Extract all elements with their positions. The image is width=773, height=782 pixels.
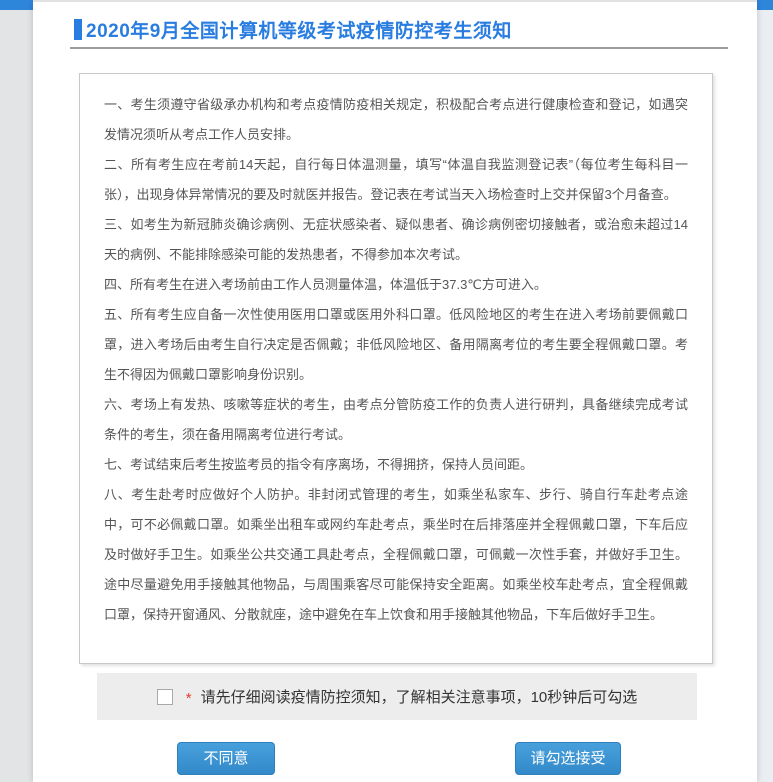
page-title: 2020年9月全国计算机等级考试疫情防控考生须知: [86, 16, 512, 43]
notice-paragraph-5: 五、所有考生应自备一次性使用医用口罩或医用外科口罩。低风险地区的考生在进入考场前…: [104, 300, 688, 390]
notice-paragraph-3: 三、如考生为新冠肺炎确诊病例、无症状感染者、疑似患者、确诊病例密切接触者，或治愈…: [104, 210, 688, 270]
consent-bar: * 请先仔细阅读疫情防控须知，了解相关注意事项，10秒钟后可勾选: [97, 673, 697, 720]
page-background-left: [0, 10, 33, 782]
button-row: 不同意 请勾选接受: [33, 742, 757, 776]
consent-label: 请先仔细阅读疫情防控须知，了解相关注意事项，10秒钟后可勾选: [201, 686, 638, 707]
notice-card: 2020年9月全国计算机等级考试疫情防控考生须知 一、考生须遵守省级承办机构和考…: [33, 0, 757, 782]
required-asterisk: *: [186, 690, 192, 707]
accept-button[interactable]: 请勾选接受: [515, 742, 621, 775]
disagree-button[interactable]: 不同意: [177, 742, 275, 775]
notice-paragraph-6: 六、考场上有发热、咳嗽等症状的考生，由考点分管防疫工作的负责人进行研判，具备继续…: [104, 390, 688, 450]
notice-paragraph-7: 七、考试结束后考生按监考员的指令有序离场，不得拥挤，保持人员间距。: [104, 450, 688, 480]
notice-text-box: 一、考生须遵守省级承办机构和考点疫情防疫相关规定，积极配合考点进行健康检查和登记…: [79, 73, 713, 664]
consent-checkbox[interactable]: [157, 689, 173, 705]
notice-paragraph-1: 一、考生须遵守省级承办机构和考点疫情防疫相关规定，积极配合考点进行健康检查和登记…: [104, 90, 688, 150]
notice-paragraph-4: 四、所有考生在进入考场前由工作人员测量体温，体温低于37.3℃方可进入。: [104, 270, 688, 300]
notice-paragraph-8: 八、考生赴考时应做好个人防护。非封闭式管理的考生，如乘坐私家车、步行、骑自行车赴…: [104, 480, 688, 630]
title-divider: [70, 47, 728, 49]
page-title-row: 2020年9月全国计算机等级考试疫情防控考生须知: [74, 16, 757, 42]
title-marker-icon: [74, 19, 82, 40]
page-background-right: [757, 10, 773, 782]
notice-paragraph-2: 二、所有考生应在考前14天起，自行每日体温测量，填写“体温自我监测登记表”（每位…: [104, 150, 688, 210]
